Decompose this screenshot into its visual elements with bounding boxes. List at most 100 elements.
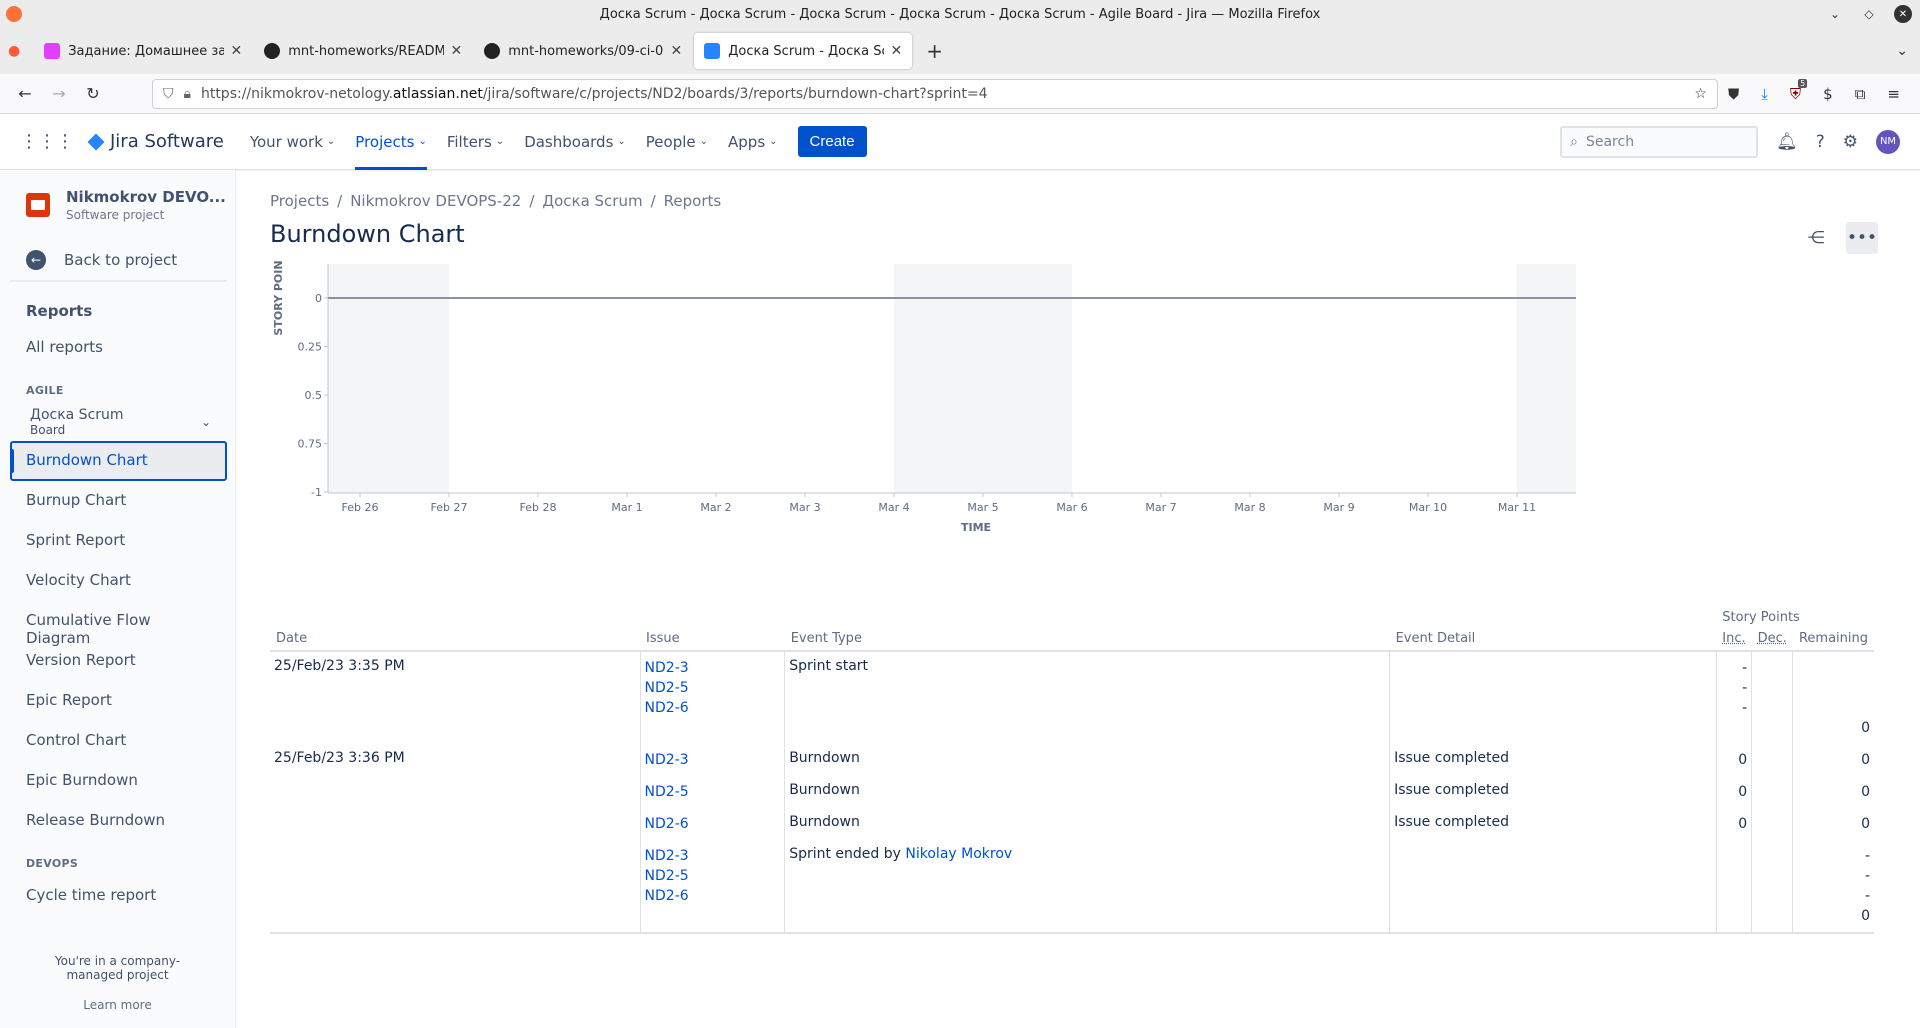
sidebar-item-report[interactable]: Epic Burndown [10,761,227,801]
issue-link[interactable]: ND2-3 [645,750,781,770]
restore-icon[interactable]: ◇ [1860,5,1878,23]
browser-tab[interactable]: Доска Scrum - Доска Scrum ✕ [694,33,913,69]
app-switcher-icon[interactable]: ⋮⋮⋮ [20,131,74,152]
create-button[interactable]: Create [797,126,867,157]
window-titlebar: Доска Scrum - Доска Scrum - Доска Scrum … [0,0,1920,28]
cell-event-detail: Issue completed [1389,776,1717,808]
download-icon[interactable]: ⤓ [1761,85,1768,103]
extension-ublock-icon[interactable]: ⛨ 5 [1790,78,1808,103]
bookmark-star-icon[interactable]: ☆ [1694,86,1707,102]
browser-tab[interactable]: mnt-homeworks/README.md ✕ [254,33,472,69]
url-text[interactable]: https://nikmokrov-netology.atlassian.net… [201,86,1694,102]
cell-date [270,776,640,808]
pocket-icon[interactable]: ⛊ [1728,85,1739,103]
sidebar-item-report[interactable]: Velocity Chart [10,561,227,601]
avatar[interactable]: NM [1876,129,1900,154]
share-icon[interactable]: ⋲ [1800,222,1832,254]
issue-link[interactable]: ND2-6 [645,886,781,906]
jira-diamond-icon [87,133,105,150]
issue-link[interactable]: ND2-6 [645,698,781,718]
help-icon[interactable]: ? [1816,132,1825,152]
issue-link[interactable]: ND2-3 [645,658,781,678]
close-icon[interactable]: ✕ [1894,5,1912,23]
user-link[interactable]: Nikolay Mokrov [905,846,1012,862]
issue-link[interactable]: ND2-5 [645,782,781,802]
cell-remaining: 0 [1792,744,1874,776]
extension-dollar-icon[interactable]: $ [1823,85,1833,103]
issue-link[interactable]: ND2-5 [645,866,781,886]
topnav-item[interactable]: Filters ⌄ [447,114,504,170]
topnav-item[interactable]: Dashboards ⌄ [524,114,626,170]
lock-icon[interactable]: 🔒︎ [184,86,191,102]
close-tab-icon[interactable]: ✕ [670,43,682,59]
cell-event-detail: Issue completed [1389,808,1717,840]
issue-link[interactable]: ND2-5 [645,678,781,698]
inc-value: 0 [1738,784,1748,800]
sidebar-item-report[interactable]: Release Burndown [10,801,227,841]
remaining-value: - [1864,848,1870,864]
sidebar-item-report[interactable]: Epic Report [10,681,227,721]
issue-link[interactable]: ND2-6 [645,814,781,834]
sidebar-item-report[interactable]: Burndown Chart [10,441,227,481]
table-row: ND2-6 Burndown Issue completed 0 0 [270,808,1874,840]
browser-tab[interactable]: mnt-homeworks/09-ci-01-intro ✕ [474,33,692,69]
close-tab-icon[interactable]: ✕ [890,43,902,59]
reload-icon[interactable]: ↻ [78,84,108,103]
company-managed-note: You're in a company-managed project [54,954,181,982]
back-to-project-link[interactable]: ← Back to project [10,240,227,282]
breadcrumb-item[interactable]: Projects [270,192,329,210]
remaining-value: 0 [1861,908,1870,924]
sidebar-item-cycle-time[interactable]: Cycle time report [10,876,227,916]
issue-link[interactable]: ND2-3 [645,846,781,866]
sidebar-item-report[interactable]: Burnup Chart [10,481,227,521]
settings-gear-icon[interactable]: ⚙ [1843,132,1858,152]
close-tab-icon[interactable]: ✕ [230,43,242,59]
extensions-icon[interactable]: ⧉ [1855,85,1866,103]
minimize-icon[interactable]: ⌄ [1826,5,1844,23]
topnav-item[interactable]: People ⌄ [646,114,708,170]
breadcrumb-item[interactable]: Reports [664,192,722,210]
new-tab-icon[interactable]: + [926,39,943,63]
jira-logo[interactable]: Jira Software [87,131,224,152]
cell-event-type: Sprint ended by Nikolay Mokrov [784,840,1390,934]
chevron-down-icon: ⌄ [495,136,505,147]
cell-inc: 0 [1715,744,1752,776]
sidebar-item-report[interactable]: Sprint Report [10,521,227,561]
topnav-item[interactable]: Projects ⌄ [355,114,427,170]
browser-tab[interactable]: Задание: Домашнее задание ✕ [34,33,252,69]
shield-icon[interactable]: ⛉ [163,86,174,102]
page-title: Burndown Chart [270,220,465,248]
search-input[interactable]: ⌕ Search [1560,125,1759,158]
close-tab-icon[interactable]: ✕ [450,43,462,59]
topnav-item[interactable]: Your work ⌄ [250,114,335,170]
back-arrow-icon[interactable]: ← [10,84,40,103]
breadcrumb-separator: / [337,192,343,210]
board-selector[interactable]: Доска Scrum Board ⌄ [10,403,227,441]
tab-title: mnt-homeworks/09-ci-01-intro [508,43,664,59]
cell-event-type: Burndown [784,744,1390,776]
x-tick-label: Mar 11 [1498,501,1536,514]
col-inc[interactable]: Inc. [1716,627,1752,652]
cell-inc [1715,840,1752,934]
learn-more-link[interactable]: Learn more [0,998,235,1012]
notifications-icon[interactable]: 🔔︎ [1776,132,1798,152]
more-actions-icon[interactable]: ••• [1846,222,1878,254]
sidebar-item-report[interactable]: Cumulative Flow Diagram [10,601,227,647]
breadcrumb-item[interactable]: Доска Scrum [542,192,642,210]
firefox-view-icon[interactable]: ● [8,43,20,59]
col-dec[interactable]: Dec. [1751,627,1793,652]
x-tick-label: Mar 3 [789,501,820,514]
menu-icon[interactable]: ≡ [1887,85,1900,103]
sidebar-item-report[interactable]: Control Chart [10,721,227,761]
forward-arrow-icon[interactable]: → [44,84,74,103]
sidebar-item-all-reports[interactable]: All reports [10,328,227,368]
sidebar-item-report[interactable]: Version Report [10,641,227,681]
github-icon [484,43,501,59]
window-title: Доска Scrum - Доска Scrum - Доска Scrum … [599,6,1321,22]
project-header[interactable]: Nikmokrov DEVO... Software project [26,188,227,222]
breadcrumb-item[interactable]: Nikmokrov DEVOPS-22 [350,192,521,210]
tab-list-icon[interactable]: ⌄ [1896,43,1908,59]
event-type-text: Burndown [789,750,860,766]
topnav-item[interactable]: Apps ⌄ [728,114,778,170]
url-bar[interactable]: ⛉ 🔒︎ https://nikmokrov-netology.atlassia… [152,78,1718,109]
